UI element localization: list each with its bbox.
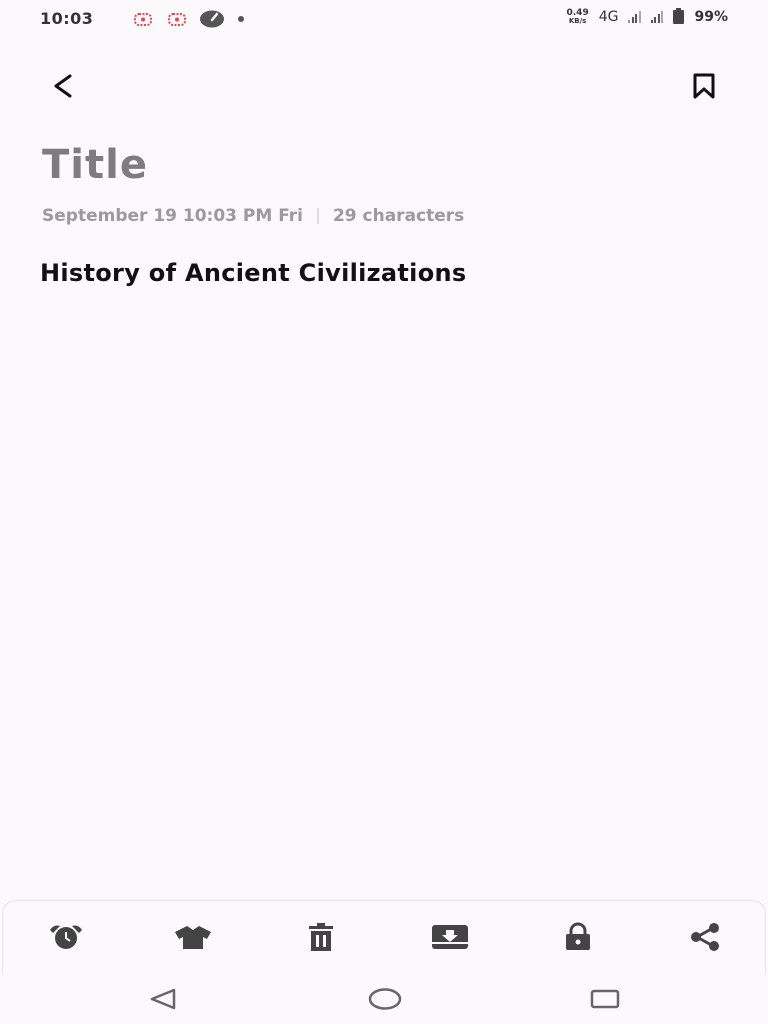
note-date: September 19 10:03 PM Fri <box>42 206 303 226</box>
theme-button[interactable] <box>171 917 215 957</box>
archive-button[interactable] <box>428 917 472 957</box>
network-speed: 0.49 KB/s <box>566 8 589 26</box>
note-char-count: 29 characters <box>332 206 465 226</box>
note-body[interactable]: History of Ancient Civilizations <box>40 259 466 287</box>
status-right: 0.49 KB/s 4G 99% <box>566 8 728 26</box>
alarm-clock-icon <box>50 925 82 949</box>
trash-icon <box>309 923 333 951</box>
signal-icon <box>628 11 641 23</box>
lock-icon <box>566 922 590 950</box>
back-triangle-icon <box>150 988 176 1010</box>
bookmark-icon <box>693 73 715 99</box>
meta-divider <box>316 208 319 224</box>
status-time: 10:03 <box>40 9 94 28</box>
home-circle-icon <box>368 988 402 1010</box>
notification-icons <box>132 10 246 28</box>
network-type: 4G <box>598 9 619 25</box>
dot-icon <box>238 16 244 22</box>
delete-button[interactable] <box>299 917 343 957</box>
lock-button[interactable] <box>556 917 600 957</box>
status-bar: 10:03 0.49 KB/s 4G 99% <box>0 0 768 40</box>
reminder-button[interactable] <box>44 917 88 957</box>
share-button[interactable] <box>683 917 727 957</box>
note-meta: September 19 10:03 PM Fri 29 characters <box>42 206 464 226</box>
back-button[interactable] <box>46 68 82 104</box>
inbox-download-icon <box>432 925 468 949</box>
app-notification-icon <box>168 13 186 26</box>
nav-recents-button[interactable] <box>585 984 625 1014</box>
battery-percent: 99% <box>694 9 728 25</box>
nav-home-button[interactable] <box>365 984 405 1014</box>
bottom-toolbar <box>2 900 766 975</box>
shirt-icon <box>175 926 211 949</box>
battery-icon <box>673 8 685 24</box>
signal-icon <box>650 11 664 23</box>
recents-square-icon <box>590 989 620 1009</box>
app-notification-icon <box>134 13 152 26</box>
top-bar <box>0 60 768 108</box>
note-title[interactable]: Title <box>42 142 148 188</box>
chevron-left-icon <box>54 74 72 98</box>
speedometer-icon <box>200 10 224 28</box>
system-nav-bar <box>0 974 768 1024</box>
nav-back-button[interactable] <box>143 984 183 1014</box>
share-icon <box>691 923 719 951</box>
bookmark-button[interactable] <box>686 68 722 104</box>
